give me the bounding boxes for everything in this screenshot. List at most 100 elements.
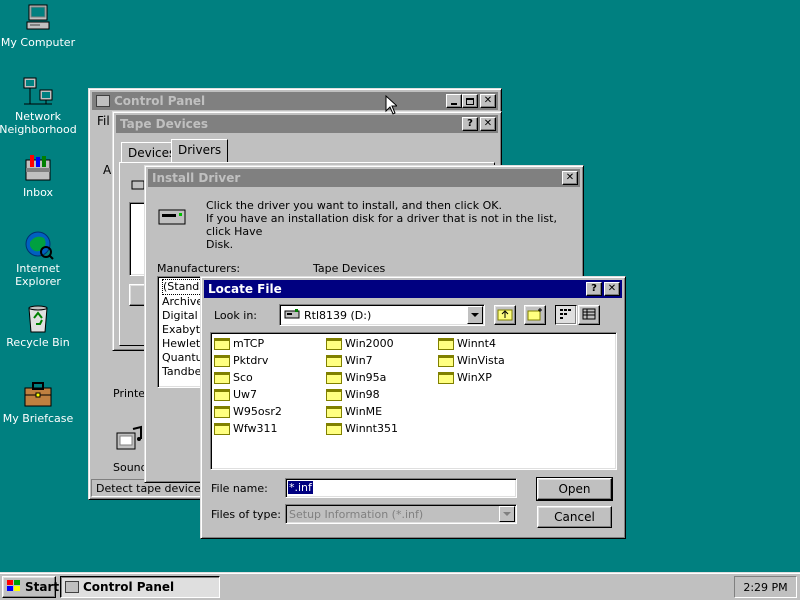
list-item[interactable]: WinXP [438, 371, 492, 384]
system-tray: 2:29 PM [734, 576, 797, 598]
cancel-button[interactable]: Cancel [537, 506, 612, 528]
instruction-line: If you have an installation disk for a d… [206, 212, 557, 238]
control-panel-left-fragment: A [103, 163, 112, 177]
folder-label: mTCP [233, 337, 265, 350]
desktop-icon-label: Inbox [22, 186, 54, 199]
folder-icon [326, 423, 342, 435]
internet-explorer-icon [22, 228, 54, 260]
list-item[interactable]: Winnt4 [438, 337, 496, 350]
control-panel-titlebar[interactable]: Control Panel ✕ [92, 92, 498, 110]
list-item[interactable]: Uw7 [214, 388, 257, 401]
list-item[interactable]: Pktdrv [214, 354, 268, 367]
help-icon: ? [591, 283, 597, 294]
desktop-icon-my-briefcase[interactable]: My Briefcase [0, 378, 78, 425]
maximize-button[interactable] [462, 94, 478, 108]
help-button[interactable]: ? [586, 282, 602, 296]
start-button[interactable]: Start [2, 576, 60, 598]
list-item[interactable]: W95osr2 [214, 405, 282, 418]
list-view-button[interactable] [555, 305, 577, 325]
control-panel-icon [65, 581, 79, 593]
desktop-icon-inbox[interactable]: Inbox [0, 152, 78, 199]
tab-drivers[interactable]: Drivers [171, 139, 229, 163]
tab-label: Devices [128, 146, 176, 160]
folder-icon [214, 372, 230, 384]
list-item[interactable]: Sco [214, 371, 253, 384]
folder-label: Pktdrv [233, 354, 269, 367]
close-button[interactable]: ✕ [604, 282, 620, 296]
folder-icon [438, 338, 454, 350]
sounds-icon[interactable] [115, 425, 143, 458]
desktop-icon-recycle-bin[interactable]: Recycle Bin [0, 302, 78, 349]
folder-label: Win95a [345, 371, 387, 384]
control-panel-menu-fragment[interactable]: Fil [97, 114, 110, 128]
close-button[interactable]: ✕ [562, 171, 578, 185]
close-button[interactable]: ✕ [480, 94, 496, 108]
minimize-button[interactable] [446, 94, 462, 108]
list-item[interactable]: Wfw311 [214, 422, 278, 435]
folder-label: Win2000 [345, 337, 394, 350]
control-panel-icon [96, 95, 110, 107]
files-of-type-value: Setup Information (*.inf) [289, 508, 424, 521]
help-button[interactable]: ? [462, 117, 478, 131]
close-button[interactable]: ✕ [480, 117, 496, 131]
folder-label: Winnt4 [457, 337, 496, 350]
folder-label: Sco [233, 371, 253, 384]
clock[interactable]: 2:29 PM [743, 581, 787, 594]
list-item[interactable]: WinME [326, 405, 382, 418]
recycle-bin-icon [22, 302, 54, 334]
chevron-down-icon [471, 313, 479, 317]
list-item[interactable]: Win2000 [326, 337, 394, 350]
install-driver-title: Install Driver [152, 171, 241, 185]
list-item[interactable]: Win7 [326, 354, 373, 367]
list-item[interactable]: Win98 [326, 388, 380, 401]
taskbar-item-control-panel[interactable]: Control Panel [60, 576, 220, 598]
details-view-button[interactable] [578, 305, 600, 325]
look-in-dropdown[interactable]: Rtl8139 (D:) [279, 304, 485, 326]
folder-label: WinME [345, 405, 383, 418]
new-folder-button[interactable] [524, 305, 546, 325]
install-driver-titlebar[interactable]: Install Driver ✕ [148, 169, 580, 187]
list-item[interactable]: WinVista [438, 354, 505, 367]
list-item[interactable]: Winnt351 [326, 422, 398, 435]
locate-file-titlebar[interactable]: Locate File ? ✕ [204, 280, 622, 298]
files-of-type-dropdown[interactable]: Setup Information (*.inf) [285, 504, 517, 524]
file-name-input[interactable]: *.inf [285, 478, 517, 498]
tab-label: Drivers [178, 143, 222, 157]
desktop-icon-network-neighborhood[interactable]: Network Neighborhood [0, 76, 78, 136]
tape-devices-title: Tape Devices [120, 117, 209, 131]
folder-icon [438, 355, 454, 367]
tape-devices-titlebar[interactable]: Tape Devices ? ✕ [116, 115, 498, 133]
folder-icon [214, 355, 230, 367]
folder-label: Win98 [345, 388, 380, 401]
folder-icon [326, 389, 342, 401]
list-item[interactable]: mTCP [214, 337, 264, 350]
dropdown-button[interactable] [499, 506, 515, 522]
file-list[interactable]: mTCP Pktdrv Sco Uw7 W95osr2 Wfw311 Win20… [210, 332, 617, 470]
dropdown-button[interactable] [467, 306, 483, 324]
briefcase-icon [22, 378, 54, 410]
start-label: Start [25, 580, 60, 594]
help-icon: ? [467, 118, 473, 129]
folder-icon [438, 372, 454, 384]
list-item[interactable]: Win95a [326, 371, 386, 384]
mouse-cursor-icon [385, 94, 399, 118]
status-text: Detect tape devices a [96, 482, 217, 495]
computer-icon [22, 2, 54, 34]
folder-label: Uw7 [233, 388, 258, 401]
folder-icon [214, 389, 230, 401]
desktop-icon-internet-explorer[interactable]: Internet Explorer [0, 228, 78, 288]
desktop-icon-my-computer[interactable]: My Computer [0, 2, 78, 49]
folder-label: Wfw311 [233, 422, 278, 435]
open-button[interactable]: Open [536, 477, 613, 501]
look-in-value: Rtl8139 (D:) [304, 308, 372, 322]
up-one-level-button[interactable] [494, 305, 516, 325]
details-view-icon [582, 308, 596, 323]
disk-drive-icon [157, 204, 187, 231]
sounds-item-label[interactable]: Sound [113, 461, 148, 474]
manufacturers-label: Manufacturers: [157, 262, 241, 275]
folder-icon [326, 355, 342, 367]
folder-icon [214, 406, 230, 418]
close-icon: ✕ [607, 283, 617, 294]
control-panel-title: Control Panel [114, 94, 206, 108]
look-in-label: Look in: [214, 309, 257, 322]
